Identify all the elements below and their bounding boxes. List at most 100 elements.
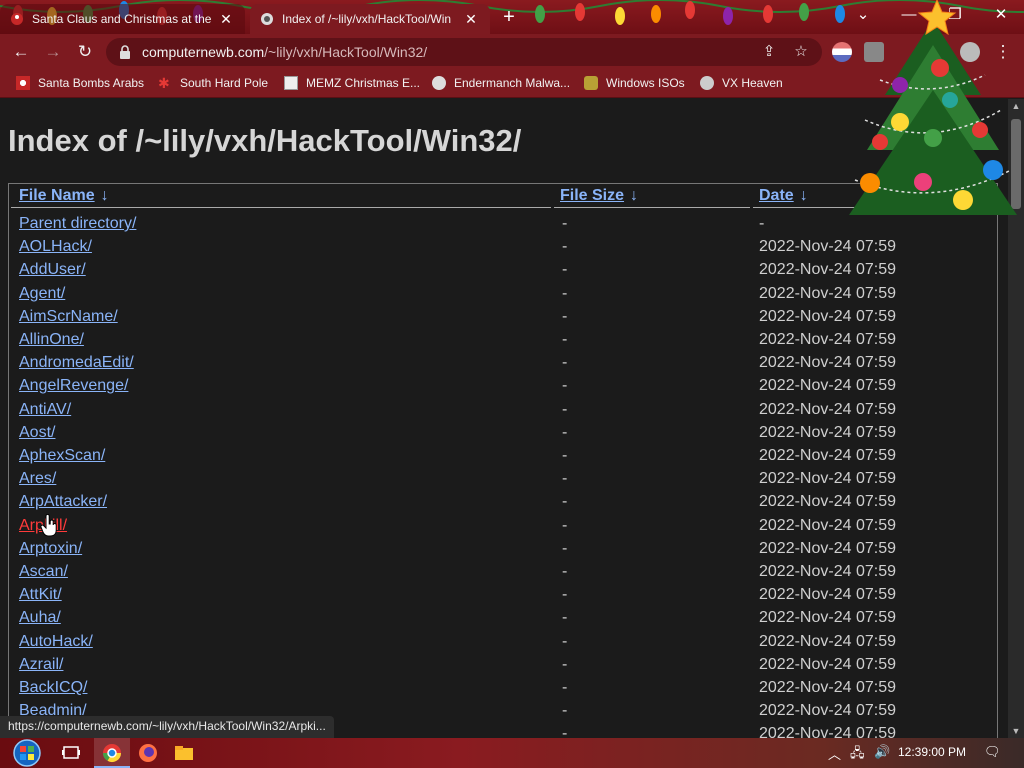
bookmark-star-icon[interactable]: ☆ — [792, 43, 810, 61]
bookmark-memz-christmas[interactable]: MEMZ Christmas E... — [284, 76, 420, 90]
vx-heaven-icon — [700, 76, 714, 90]
directory-link[interactable]: Ascan/ — [19, 563, 68, 581]
column-header-file-name[interactable]: File Name ↓ — [19, 187, 109, 205]
date-cell: 2022-Nov-24 07:59 — [759, 447, 896, 464]
date-cell: 2022-Nov-24 07:59 — [759, 423, 896, 441]
firefox-icon[interactable] — [137, 742, 159, 764]
directory-link[interactable]: Auha/ — [19, 609, 61, 627]
volume-icon[interactable]: 🔊 — [874, 744, 890, 760]
file-size-cell: - — [562, 423, 568, 441]
file-size-cell: - — [562, 447, 568, 464]
directory-link[interactable]: Azrail/ — [19, 656, 63, 674]
start-orb-icon[interactable] — [10, 738, 44, 768]
page-title: Index of /~lily/vxh/HackTool/Win32/ — [8, 123, 522, 158]
table-row: AndromedaEdit/ - 2022-Nov-24 07:59 — [9, 351, 997, 374]
directory-link[interactable]: Ares/ — [19, 470, 56, 488]
taskbar-chrome-active[interactable] — [94, 738, 130, 768]
bookmark-label: Santa Bombs Arabs — [38, 76, 145, 90]
tab-title: Index of /~lily/vxh/HackTool/Win — [282, 12, 452, 26]
hand-cursor-icon — [40, 514, 57, 537]
column-header-file-size[interactable]: File Size ↓ — [560, 187, 638, 205]
taskbar-clock[interactable]: 12:39:00 PM — [898, 745, 966, 759]
link-status-bubble: https://computernewb.com/~lily/vxh/HackT… — [0, 716, 334, 738]
network-icon[interactable]: 🖧 — [850, 744, 865, 766]
header-label: File Size — [560, 187, 625, 204]
file-size-cell: - — [562, 238, 568, 256]
file-size-cell: - — [562, 539, 568, 557]
bookmark-label: Endermanch Malwa... — [454, 76, 571, 90]
tab-santa-claus[interactable]: Santa Claus and Christmas at the ✕ — [0, 4, 245, 34]
forward-arrow-icon[interactable]: → — [42, 41, 64, 63]
directory-link[interactable]: Parent directory/ — [19, 215, 136, 233]
file-size-cell: - — [562, 377, 568, 395]
share-icon[interactable]: ⇪ — [760, 43, 778, 61]
lock-icon — [120, 45, 130, 59]
date-cell: 2022-Nov-24 07:59 — [759, 679, 896, 696]
directory-link[interactable]: AphexScan/ — [19, 447, 105, 465]
chrome-icon — [103, 744, 121, 763]
table-row: Azrail/ - 2022-Nov-24 07:59 — [9, 653, 997, 676]
bookmark-windows-isos[interactable]: Windows ISOs — [584, 76, 685, 90]
header-divider — [11, 207, 551, 208]
sort-arrow-icon: ↓ — [100, 187, 109, 204]
bookmark-label: South Hard Pole — [180, 76, 269, 90]
table-row: AphexScan/ - 2022-Nov-24 07:59 — [9, 444, 997, 467]
directory-link[interactable]: Arptoxin/ — [19, 540, 82, 558]
file-size-cell: - — [562, 261, 568, 279]
table-row: AOLHack/ - 2022-Nov-24 07:59 — [9, 235, 997, 258]
directory-link[interactable]: AOLHack/ — [19, 238, 92, 256]
file-size-cell: - — [562, 586, 568, 604]
url-text[interactable]: computernewb.com/~lily/vxh/HackTool/Win3… — [142, 44, 427, 60]
directory-link[interactable]: AngelRevenge/ — [19, 377, 128, 395]
scroll-down-icon[interactable]: ▼ — [1008, 724, 1024, 738]
bookmark-label: VX Heaven — [722, 76, 783, 90]
header-divider — [554, 207, 750, 208]
bookmark-endermanch[interactable]: Endermanch Malwa... — [432, 76, 570, 90]
file-explorer-icon[interactable] — [173, 742, 195, 764]
tab-index-of[interactable]: Index of /~lily/vxh/HackTool/Win ✕ — [250, 4, 490, 34]
bookmark-south-hard-pole[interactable]: ✱ South Hard Pole — [158, 76, 268, 90]
file-size-cell: - — [562, 470, 568, 488]
directory-link[interactable]: AndromedaEdit/ — [19, 354, 134, 372]
table-row: Arpkill/-2022-Nov-24 07:59 — [9, 514, 997, 537]
chevron-up-icon[interactable]: ︿ — [828, 744, 841, 763]
file-size-cell: - — [562, 307, 568, 325]
tab-close-icon[interactable]: ✕ — [217, 11, 235, 28]
bookmark-santa-bombs-arabs[interactable]: Santa Bombs Arabs — [16, 76, 144, 90]
table-row: Arptoxin/ - 2022-Nov-24 07:59 — [9, 537, 997, 560]
tab-close-icon[interactable]: ✕ — [462, 11, 480, 28]
table-row: AntiAV/ - 2022-Nov-24 07:59 — [9, 398, 997, 421]
url-domain: computernewb.com — [142, 44, 265, 60]
task-view-icon[interactable] — [60, 742, 82, 764]
date-cell: 2022-Nov-24 07:59 — [759, 238, 896, 256]
table-row: Ascan/ - 2022-Nov-24 07:59 — [9, 560, 997, 583]
bookmark-label: MEMZ Christmas E... — [306, 76, 421, 90]
date-cell: 2022-Nov-24 07:59 — [759, 609, 896, 627]
directory-link[interactable]: Aost/ — [19, 424, 55, 442]
directory-link[interactable]: AimScrName/ — [19, 308, 118, 326]
directory-link[interactable]: AutoHack/ — [19, 633, 93, 651]
directory-link[interactable]: AntiAV/ — [19, 401, 71, 419]
notification-icon[interactable]: 🗨 — [984, 744, 1001, 760]
back-arrow-icon[interactable]: ← — [10, 41, 32, 63]
reload-icon[interactable]: ↻ — [74, 41, 96, 63]
new-tab-button[interactable]: + — [498, 7, 520, 29]
table-row: AllinOne/ - 2022-Nov-24 07:59 — [9, 328, 997, 351]
file-size-cell: - — [562, 655, 568, 673]
file-size-cell: - — [562, 725, 568, 738]
date-cell: 2022-Nov-24 07:59 — [759, 331, 896, 348]
directory-link[interactable]: AddUser/ — [19, 261, 86, 279]
file-size-cell: - — [562, 215, 568, 232]
url-path: /~lily/vxh/HackTool/Win32/ — [264, 44, 428, 60]
directory-link[interactable]: AttKit/ — [19, 586, 62, 604]
date-cell: 2022-Nov-24 07:59 — [759, 354, 896, 372]
date-cell: 2022-Nov-24 07:59 — [759, 493, 896, 511]
directory-link[interactable]: ArpAttacker/ — [19, 493, 107, 511]
bookmark-vx-heaven[interactable]: VX Heaven — [700, 76, 783, 90]
directory-link[interactable]: AllinOne/ — [19, 331, 84, 349]
directory-link[interactable]: BackICQ/ — [19, 679, 87, 697]
directory-link[interactable]: Agent/ — [19, 285, 65, 303]
table-row: Ares/ - 2022-Nov-24 07:59 — [9, 467, 997, 490]
address-bar[interactable]: computernewb.com/~lily/vxh/HackTool/Win3… — [106, 38, 822, 66]
column-header-date[interactable]: Date ↓ — [759, 187, 808, 205]
